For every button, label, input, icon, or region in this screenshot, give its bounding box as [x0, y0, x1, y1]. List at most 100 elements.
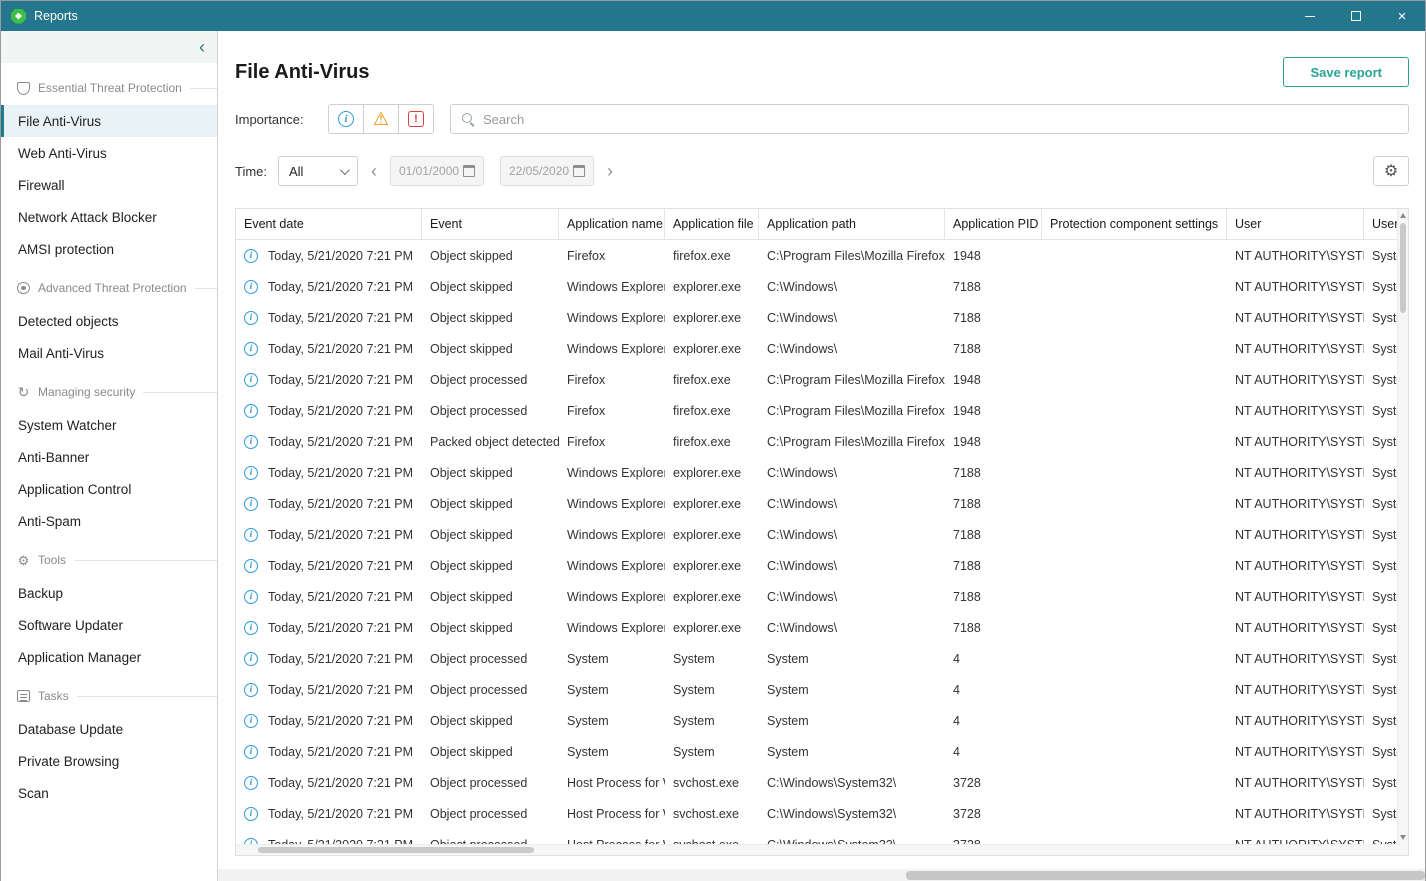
- cell-application-name: Windows Explorer: [559, 311, 665, 325]
- sidebar-item-web-anti-virus[interactable]: Web Anti-Virus: [1, 137, 217, 169]
- table-row[interactable]: iToday, 5/21/2020 7:21 PMPacked object d…: [236, 426, 1397, 457]
- close-button[interactable]: ×: [1379, 1, 1425, 31]
- column-header-user[interactable]: User: [1227, 209, 1364, 239]
- cell-application-pid: 4: [945, 745, 1042, 759]
- sidebar-item-anti-spam[interactable]: Anti-Spam: [1, 505, 217, 537]
- table-row[interactable]: iToday, 5/21/2020 7:21 PMObject processe…: [236, 674, 1397, 705]
- sidebar-item-private-browsing[interactable]: Private Browsing: [1, 745, 217, 777]
- table-row[interactable]: iToday, 5/21/2020 7:21 PMObject processe…: [236, 395, 1397, 426]
- sidebar-item-software-updater[interactable]: Software Updater: [1, 609, 217, 641]
- vertical-scrollbar-thumb[interactable]: [1400, 223, 1406, 313]
- column-header-user-type[interactable]: User type: [1364, 209, 1397, 239]
- sidebar-item-system-watcher[interactable]: System Watcher: [1, 409, 217, 441]
- sidebar-item-anti-banner[interactable]: Anti-Banner: [1, 441, 217, 473]
- time-range-value: All: [289, 164, 303, 179]
- search-input[interactable]: [483, 112, 1398, 127]
- column-header-protection-component-settings[interactable]: Protection component settings: [1042, 209, 1227, 239]
- time-range-select[interactable]: All: [278, 156, 358, 186]
- cell-application-name: System: [559, 683, 665, 697]
- table-horizontal-scrollbar[interactable]: [236, 844, 1397, 855]
- column-header-event-date[interactable]: Event date: [236, 209, 422, 239]
- cell-user-type: System user: [1364, 652, 1397, 666]
- table-row[interactable]: iToday, 5/21/2020 7:21 PMObject processe…: [236, 643, 1397, 674]
- previous-period-button[interactable]: ‹: [371, 162, 377, 180]
- sidebar-item-firewall[interactable]: Firewall: [1, 169, 217, 201]
- column-header-application-file[interactable]: Application file: [665, 209, 759, 239]
- sidebar-item-label: Backup: [18, 586, 63, 601]
- table-row[interactable]: iToday, 5/21/2020 7:21 PMObject skippedS…: [236, 705, 1397, 736]
- cell-user-type: System user: [1364, 621, 1397, 635]
- table-row[interactable]: iToday, 5/21/2020 7:21 PMObject skippedW…: [236, 488, 1397, 519]
- cell-application-file: firefox.exe: [665, 249, 759, 263]
- cell-application-pid: 7188: [945, 311, 1042, 325]
- scroll-up-icon[interactable]: [1400, 213, 1406, 218]
- sidebar-item-network-attack-blocker[interactable]: Network Attack Blocker: [1, 201, 217, 233]
- sidebar-section-label: Tools: [38, 553, 66, 567]
- sidebar-item-backup[interactable]: Backup: [1, 577, 217, 609]
- sidebar-item-file-anti-virus[interactable]: File Anti-Virus: [1, 105, 217, 137]
- cell-application-name: Windows Explorer: [559, 497, 665, 511]
- table-row[interactable]: iToday, 5/21/2020 7:21 PMObject skippedW…: [236, 550, 1397, 581]
- column-header-event[interactable]: Event: [422, 209, 559, 239]
- sidebar-item-detected-objects[interactable]: Detected objects: [1, 305, 217, 337]
- cell-event: Object skipped: [422, 280, 559, 294]
- table-row[interactable]: iToday, 5/21/2020 7:21 PMObject skippedW…: [236, 581, 1397, 612]
- cell-user-type: System user: [1364, 745, 1397, 759]
- event-date-text: Today, 5/21/2020 7:21 PM: [268, 528, 413, 542]
- table-row[interactable]: iToday, 5/21/2020 7:21 PMObject processe…: [236, 767, 1397, 798]
- sidebar-collapse-button[interactable]: ‹: [199, 38, 205, 56]
- table-row[interactable]: iToday, 5/21/2020 7:21 PMObject skippedW…: [236, 333, 1397, 364]
- maximize-button[interactable]: [1333, 1, 1379, 31]
- column-header-application-path[interactable]: Application path: [759, 209, 945, 239]
- cell-application-path: C:\Windows\: [759, 497, 945, 511]
- table-row[interactable]: iToday, 5/21/2020 7:21 PMObject skippedW…: [236, 519, 1397, 550]
- table-row[interactable]: iToday, 5/21/2020 7:21 PMObject processe…: [236, 798, 1397, 829]
- info-icon: i: [244, 373, 258, 387]
- event-date-text: Today, 5/21/2020 7:21 PM: [268, 745, 413, 759]
- sidebar-item-label: System Watcher: [18, 418, 117, 433]
- cell-application-pid: 4: [945, 714, 1042, 728]
- cell-application-path: C:\Windows\: [759, 559, 945, 573]
- table-row[interactable]: iToday, 5/21/2020 7:21 PMObject skippedW…: [236, 457, 1397, 488]
- sidebar-item-mail-anti-virus[interactable]: Mail Anti-Virus: [1, 337, 217, 369]
- cell-application-path: C:\Windows\: [759, 280, 945, 294]
- event-date-text: Today, 5/21/2020 7:21 PM: [268, 714, 413, 728]
- importance-critical-button[interactable]: !: [398, 104, 434, 134]
- window-horizontal-scrollbar[interactable]: [218, 869, 1425, 881]
- table-row[interactable]: iToday, 5/21/2020 7:21 PMObject skippedW…: [236, 612, 1397, 643]
- window-scrollbar-thumb[interactable]: [906, 871, 1425, 880]
- table-body: iToday, 5/21/2020 7:21 PMObject skippedF…: [236, 240, 1397, 846]
- column-header-application-pid[interactable]: Application PID: [945, 209, 1042, 239]
- cell-user-type: System user: [1364, 807, 1397, 821]
- table-vertical-scrollbar[interactable]: [1397, 209, 1408, 844]
- cell-application-path: C:\Windows\: [759, 528, 945, 542]
- importance-warning-button[interactable]: ⚠: [363, 104, 399, 134]
- table-row[interactable]: iToday, 5/21/2020 7:21 PMObject skippedW…: [236, 302, 1397, 333]
- sidebar-item-scan[interactable]: Scan: [1, 777, 217, 809]
- column-header-application-name[interactable]: Application name: [559, 209, 665, 239]
- cell-user-type: System user: [1364, 528, 1397, 542]
- table-row[interactable]: iToday, 5/21/2020 7:21 PMObject skippedW…: [236, 271, 1397, 302]
- info-icon: i: [244, 342, 258, 356]
- scroll-down-icon[interactable]: [1400, 835, 1406, 840]
- save-report-button[interactable]: Save report: [1283, 57, 1409, 87]
- target-icon: [17, 282, 30, 294]
- table-row[interactable]: iToday, 5/21/2020 7:21 PMObject processe…: [236, 364, 1397, 395]
- cell-user-type: System user: [1364, 466, 1397, 480]
- importance-info-button[interactable]: i: [328, 104, 364, 134]
- table-row[interactable]: iToday, 5/21/2020 7:21 PMObject skippedF…: [236, 240, 1397, 271]
- table-settings-button[interactable]: ⚙: [1373, 156, 1409, 186]
- sidebar-item-application-manager[interactable]: Application Manager: [1, 641, 217, 673]
- sidebar-item-application-control[interactable]: Application Control: [1, 473, 217, 505]
- table-row[interactable]: iToday, 5/21/2020 7:21 PMObject skippedS…: [236, 736, 1397, 767]
- next-period-button[interactable]: ›: [607, 162, 613, 180]
- minimize-icon: [1305, 16, 1315, 17]
- cell-application-pid: 7188: [945, 280, 1042, 294]
- cell-user: NT AUTHORITY\SYSTEM: [1227, 776, 1364, 790]
- sidebar-item-amsi-protection[interactable]: AMSI protection: [1, 233, 217, 265]
- cell-user: NT AUTHORITY\SYSTEM: [1227, 745, 1364, 759]
- horizontal-scrollbar-thumb[interactable]: [258, 847, 534, 853]
- sidebar-item-database-update[interactable]: Database Update: [1, 713, 217, 745]
- minimize-button[interactable]: [1287, 1, 1333, 31]
- cell-user: NT AUTHORITY\SYSTEM: [1227, 342, 1364, 356]
